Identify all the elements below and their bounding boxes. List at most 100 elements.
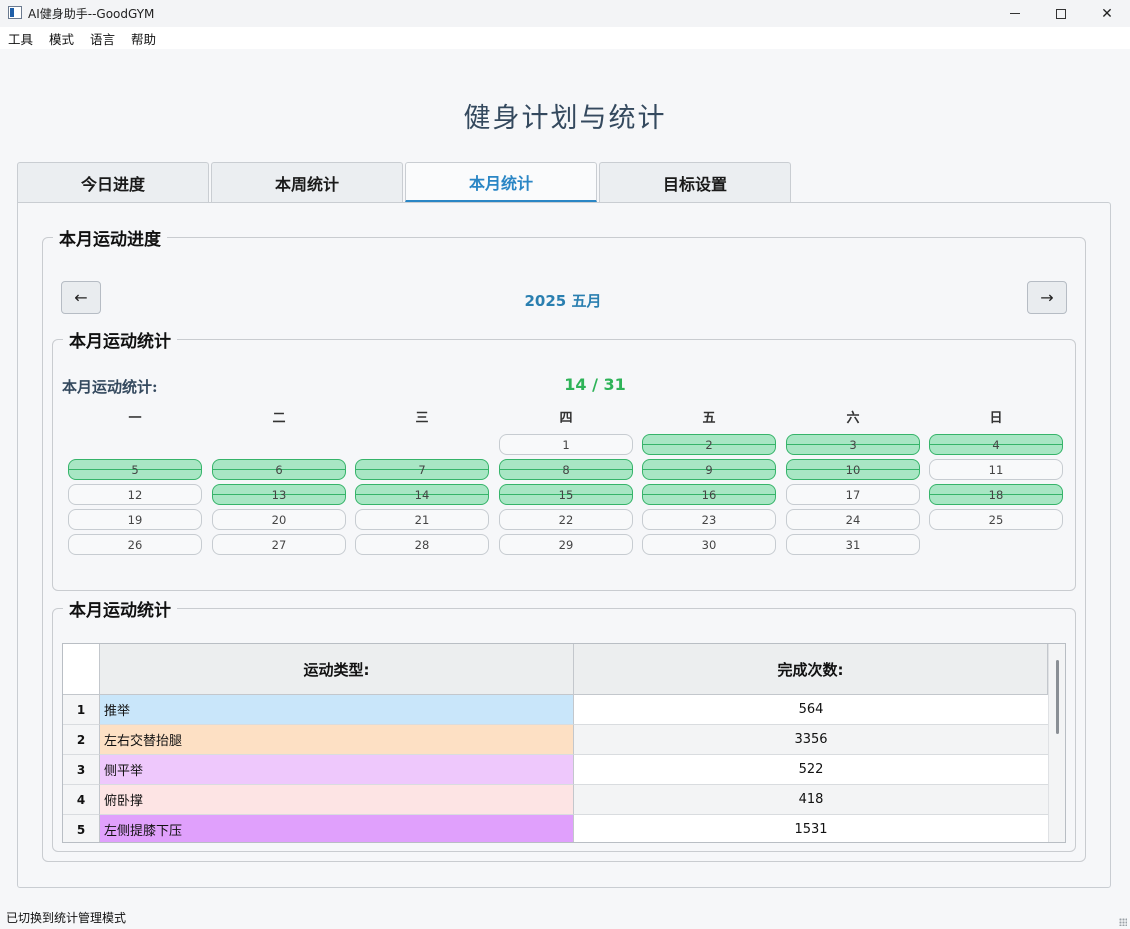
calendar-day[interactable]: 28 — [355, 534, 489, 555]
calendar-day[interactable]: 1 — [499, 434, 633, 455]
calendar-day-number: 27 — [271, 537, 287, 552]
tab-weekly-stats[interactable]: 本周统计 — [211, 162, 403, 202]
calendar-day[interactable]: 18 — [929, 484, 1063, 505]
menu-mode[interactable]: 模式 — [41, 27, 82, 49]
tab-goal-settings[interactable]: 目标设置 — [599, 162, 791, 202]
calendar-day[interactable]: 4 — [929, 434, 1063, 455]
calendar-day[interactable]: 30 — [642, 534, 776, 555]
calendar-day-number: 29 — [558, 537, 574, 552]
calendar-day-number: 14 — [414, 487, 430, 502]
calendar-day-number: 11 — [988, 462, 1004, 477]
calendar-day[interactable]: 3 — [786, 434, 920, 455]
exercise-type-cell[interactable]: 俯卧撑 — [100, 785, 574, 815]
close-button[interactable]: ✕ — [1084, 0, 1130, 27]
calendar-day-number: 21 — [414, 512, 430, 527]
app-icon — [8, 6, 22, 19]
page-title: 健身计划与统计 — [463, 103, 667, 134]
calendar-day[interactable]: 6 — [212, 459, 346, 480]
calendar-day-number: 22 — [558, 512, 574, 527]
exercise-table-title: 本月运动统计 — [63, 596, 177, 621]
calendar-day-number: 19 — [127, 512, 143, 527]
calendar-day[interactable]: 10 — [786, 459, 920, 480]
close-icon: ✕ — [1101, 5, 1113, 22]
exercise-type-cell[interactable]: 左右交替抬腿 — [100, 725, 574, 755]
column-header-type[interactable]: 运动类型: — [100, 644, 574, 695]
calendar-day[interactable]: 27 — [212, 534, 346, 555]
tab-today-progress[interactable]: 今日进度 — [17, 162, 209, 202]
calendar-day-number: 12 — [127, 487, 143, 502]
row-number[interactable]: 4 — [63, 785, 100, 815]
calendar-day[interactable]: 16 — [642, 484, 776, 505]
completion-count-cell[interactable]: 564 — [574, 695, 1048, 725]
calendar-day-number: 4 — [992, 437, 1000, 452]
month-label: 2025 五月 — [524, 292, 602, 310]
menu-help[interactable]: 帮助 — [123, 27, 164, 49]
calendar-day[interactable]: 20 — [212, 509, 346, 530]
calendar-day-number: 17 — [845, 487, 861, 502]
prev-month-button[interactable]: ← — [61, 281, 101, 314]
calendar-day[interactable]: 24 — [786, 509, 920, 530]
menu-language[interactable]: 语言 — [82, 27, 123, 49]
calendar-day[interactable]: 12 — [68, 484, 202, 505]
calendar-day[interactable]: 8 — [499, 459, 633, 480]
calendar-day[interactable]: 26 — [68, 534, 202, 555]
calendar-day-number: 5 — [131, 462, 139, 477]
menu-tools[interactable]: 工具 — [0, 27, 41, 49]
completion-count-cell[interactable]: 3356 — [574, 725, 1048, 755]
calendar-day[interactable]: 13 — [212, 484, 346, 505]
calendar-day[interactable]: 14 — [355, 484, 489, 505]
calendar-day[interactable]: 31 — [786, 534, 920, 555]
title-bar: AI健身助手--GoodGYM ✕ — [0, 0, 1130, 27]
table-scrollbar[interactable] — [1048, 644, 1065, 842]
arrow-right-icon: → — [1040, 288, 1054, 307]
completion-count-cell[interactable]: 522 — [574, 755, 1048, 785]
calendar-day[interactable]: 22 — [499, 509, 633, 530]
calendar-day[interactable]: 17 — [786, 484, 920, 505]
calendar-day[interactable]: 5 — [68, 459, 202, 480]
row-number[interactable]: 1 — [63, 695, 100, 725]
exercise-type-cell[interactable]: 推举 — [100, 695, 574, 725]
calendar-day[interactable]: 25 — [929, 509, 1063, 530]
calendar-day-number: 1 — [562, 437, 570, 452]
calendar-day-number: 18 — [988, 487, 1004, 502]
calendar-day[interactable]: 19 — [68, 509, 202, 530]
next-month-button[interactable]: → — [1027, 281, 1067, 314]
calendar-day[interactable]: 2 — [642, 434, 776, 455]
calendar-group-title: 本月运动统计 — [63, 327, 177, 352]
calendar-day[interactable]: 21 — [355, 509, 489, 530]
minimize-button[interactable] — [992, 0, 1038, 27]
calendar-day-number: 2 — [705, 437, 713, 452]
completion-count-cell[interactable]: 1531 — [574, 815, 1048, 842]
minimize-icon — [1010, 13, 1020, 14]
exercise-table[interactable]: 运动类型: 完成次数: 1 推举 564 2 左右交替抬腿 3356 3 侧平举 522 4 俯卧撑… — [62, 643, 1066, 843]
column-header-count[interactable]: 完成次数: — [574, 644, 1048, 695]
weekday-header: 日 — [989, 411, 1003, 426]
window-title: AI健身助手--GoodGYM — [28, 7, 155, 21]
calendar-day-number: 26 — [127, 537, 143, 552]
resize-grip-icon[interactable] — [1119, 918, 1127, 926]
row-number[interactable]: 5 — [63, 815, 100, 842]
calendar-day[interactable]: 29 — [499, 534, 633, 555]
tab-monthly-stats[interactable]: 本月统计 — [405, 162, 597, 202]
exercise-type-cell[interactable]: 左侧提膝下压 — [100, 815, 574, 842]
calendar-day-number: 3 — [849, 437, 857, 452]
calendar-day[interactable]: 7 — [355, 459, 489, 480]
calendar-day[interactable]: 9 — [642, 459, 776, 480]
completion-count-cell[interactable]: 418 — [574, 785, 1048, 815]
calendar-day-number: 24 — [845, 512, 861, 527]
exercise-type-cell[interactable]: 侧平举 — [100, 755, 574, 785]
monthly-stat-value: 14 / 31 — [564, 375, 626, 394]
row-number[interactable]: 2 — [63, 725, 100, 755]
calendar-day-number: 8 — [562, 462, 570, 477]
calendar-day[interactable]: 15 — [499, 484, 633, 505]
calendar-day-number: 23 — [701, 512, 717, 527]
calendar-day[interactable]: 23 — [642, 509, 776, 530]
status-text: 已切换到统计管理模式 — [6, 911, 127, 925]
calendar-day-number: 13 — [271, 487, 287, 502]
calendar-day[interactable]: 11 — [929, 459, 1063, 480]
row-number[interactable]: 3 — [63, 755, 100, 785]
maximize-button[interactable] — [1038, 0, 1084, 27]
weekday-header: 二 — [272, 411, 286, 426]
scrollbar-thumb[interactable] — [1056, 660, 1059, 734]
calendar-day-number: 7 — [418, 462, 426, 477]
